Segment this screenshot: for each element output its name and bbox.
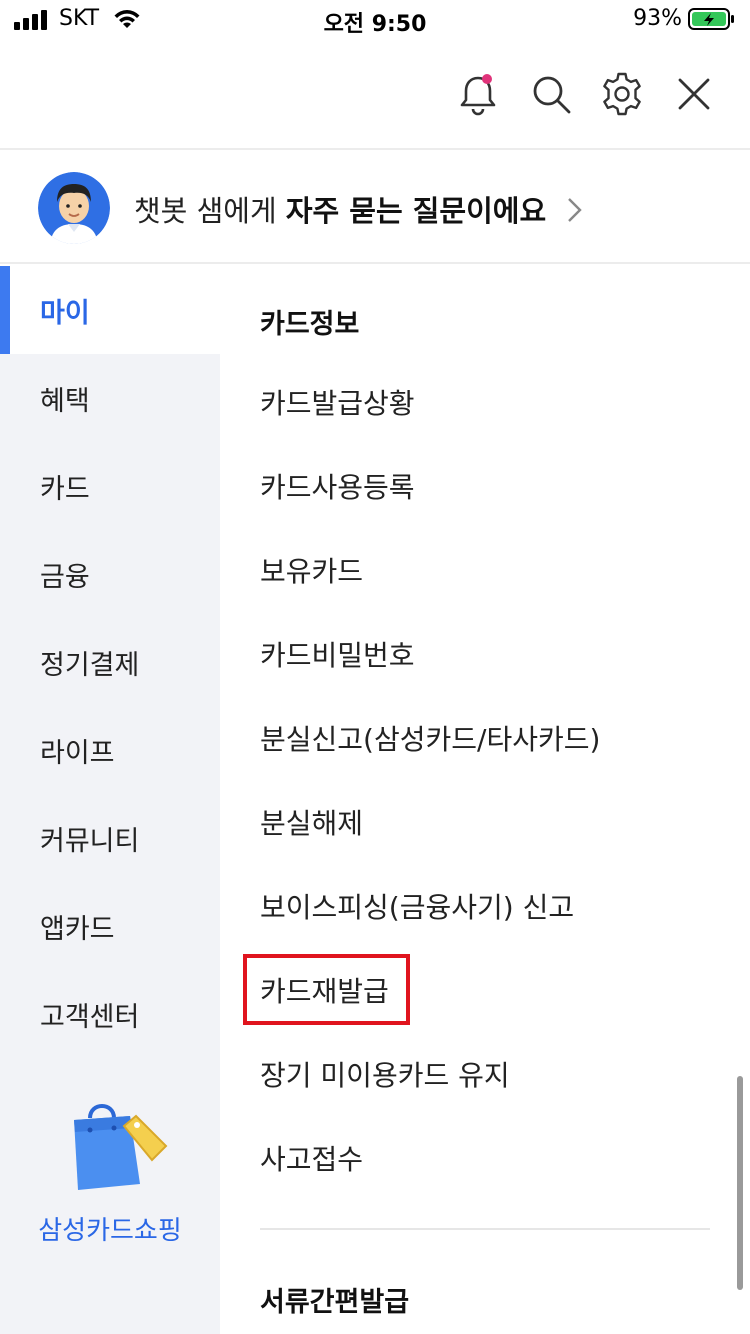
close-icon[interactable]: [670, 70, 718, 118]
chatbot-text-regular: 챗봇 샘에게: [134, 194, 286, 228]
chatbot-avatar: [38, 172, 110, 244]
menu-item-card-password[interactable]: 카드비밀번호: [260, 634, 415, 674]
chevron-right-icon: [568, 198, 582, 222]
sidebar-item-my[interactable]: 마이: [0, 266, 220, 354]
battery-percent: 93%: [633, 6, 682, 31]
sidebar-item-app-card[interactable]: 앱카드: [0, 882, 220, 970]
menu-item-voice-phishing-report[interactable]: 보이스피싱(금융사기) 신고: [260, 886, 574, 926]
sidebar-item-benefits[interactable]: 혜택: [0, 354, 220, 442]
sidebar-item-label: 금융: [40, 561, 90, 593]
section-title-card-info: 카드정보: [260, 309, 360, 340]
chatbot-text-bold: 자주 묻는 질문이에요: [285, 194, 547, 228]
shopping-label: 삼성카드쇼핑: [38, 1216, 182, 1246]
sidebar-item-community[interactable]: 커뮤니티: [0, 794, 220, 882]
sidebar-item-label: 마이: [40, 297, 90, 329]
search-icon[interactable]: [527, 70, 575, 118]
gear-icon[interactable]: [598, 70, 646, 118]
menu-item-accident-report[interactable]: 사고접수: [260, 1138, 363, 1178]
sidebar-item-finance[interactable]: 금융: [0, 530, 220, 618]
samsung-card-shopping-link[interactable]: 삼성카드쇼핑: [0, 1096, 220, 1256]
menu-panel: 카드정보 카드발급상황 카드사용등록 보유카드 카드비밀번호 분실신고(삼성카드…: [220, 266, 750, 1334]
top-header: [0, 40, 750, 150]
menu-item-card-reissue[interactable]: 카드재발급: [260, 970, 389, 1010]
section-divider: [260, 1228, 710, 1230]
status-bar: SKT 오전 9:50 93%: [0, 0, 750, 40]
sidebar-item-customer-center[interactable]: 고객센터: [0, 970, 220, 1058]
menu-item-owned-cards[interactable]: 보유카드: [260, 550, 363, 590]
sidebar-item-life[interactable]: 라이프: [0, 706, 220, 794]
shopping-bag-icon: [74, 1104, 168, 1190]
sidebar-item-label: 카드: [40, 473, 90, 505]
sidebar-item-label: 정기결제: [40, 649, 140, 681]
menu-item-keep-dormant-card[interactable]: 장기 미이용카드 유지: [260, 1054, 510, 1094]
bell-icon[interactable]: [454, 70, 502, 118]
battery-icon: [688, 7, 734, 30]
chatbot-faq-banner[interactable]: 챗봇 샘에게 자주 묻는 질문이에요: [0, 152, 750, 264]
category-sidebar: 마이 혜택 카드 금융 정기결제 라이프 커뮤니티 앱카드 고객센터 삼성카드쇼…: [0, 266, 220, 1334]
section-title-document-issuance: 서류간편발급: [260, 1287, 410, 1318]
sidebar-item-label: 커뮤니티: [40, 825, 140, 857]
sidebar-item-label: 혜택: [40, 385, 90, 417]
sidebar-item-label: 앱카드: [40, 913, 115, 945]
sidebar-item-label: 고객센터: [40, 1001, 140, 1033]
sidebar-item-recurring-payment[interactable]: 정기결제: [0, 618, 220, 706]
menu-item-report-lost[interactable]: 분실신고(삼성카드/타사카드): [260, 718, 600, 758]
chatbot-text: 챗봇 샘에게 자주 묻는 질문이에요: [134, 188, 546, 230]
menu-item-cancel-lost-report[interactable]: 분실해제: [260, 802, 363, 842]
sidebar-item-card[interactable]: 카드: [0, 442, 220, 530]
menu-item-card-registration[interactable]: 카드사용등록: [260, 466, 415, 506]
scrollbar[interactable]: [737, 1076, 743, 1290]
sidebar-item-label: 라이프: [40, 737, 115, 769]
menu-item-card-issue-status[interactable]: 카드발급상황: [260, 382, 415, 422]
